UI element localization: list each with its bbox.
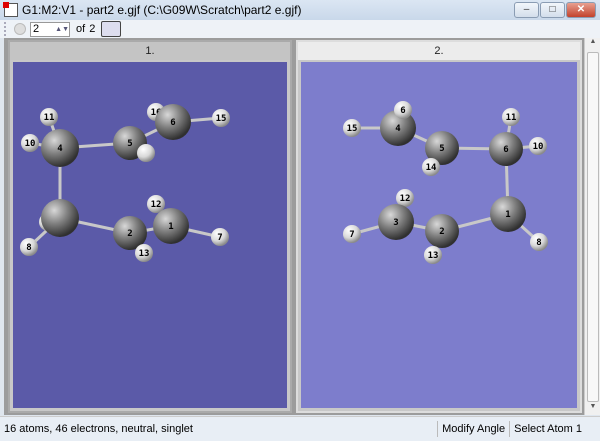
atom-label: 15	[347, 124, 358, 134]
atom-label: 2	[127, 229, 132, 239]
close-button[interactable]: ✕	[566, 2, 596, 18]
toolbar-grip[interactable]	[4, 22, 8, 36]
atom-label: 10	[25, 139, 36, 149]
atom-label: 2	[439, 227, 444, 237]
frame-value: 2	[33, 23, 40, 35]
view-mode-button[interactable]	[101, 21, 122, 37]
hydrogen-atom[interactable]	[137, 144, 155, 162]
panel-1[interactable]: 1. 11104516615982121137	[8, 40, 292, 413]
status-hint: Select Atom 1	[509, 421, 586, 437]
atom-label: 5	[439, 144, 444, 154]
animate-button[interactable]	[14, 23, 26, 35]
viewer-area: 1. 11104516615982121137 2. 1546514611101…	[4, 38, 584, 415]
toolbar: 2 ▲▼ of 2	[0, 20, 600, 38]
frame-spinner[interactable]: 2 ▲▼	[30, 21, 70, 37]
minimize-button[interactable]: –	[514, 2, 539, 18]
status-bar: 16 atoms, 46 electrons, neutral, singlet…	[0, 416, 600, 441]
atom-label: 6	[400, 106, 405, 116]
atom-label: 5	[127, 139, 132, 149]
atom-label: 8	[536, 238, 541, 248]
atom-label: 15	[216, 114, 227, 124]
atom-label: 12	[400, 194, 411, 204]
panel-2-label: 2.	[298, 42, 580, 60]
atom-label: 12	[151, 200, 162, 210]
atom-label: 1	[168, 222, 173, 232]
scroll-up-icon[interactable]: ▲	[585, 38, 600, 50]
atom-label: 7	[217, 233, 222, 243]
molecule-view-2[interactable]: 15 4 6 5 14 6 11 10 12 3 7 2 13 1 8	[301, 62, 577, 408]
panel-1-label: 1.	[10, 42, 290, 60]
atom-label: 10	[533, 142, 544, 152]
atom-label: 13	[139, 249, 150, 259]
atom-label: 7	[349, 230, 354, 240]
molecule-canvas[interactable]: 15 4 6 514 6 11 10 12 3 7 2 13 1 8	[301, 62, 577, 408]
panel-2[interactable]: 2. 15 4 6 5 14 6 11 10 12 3 7 2 13 1 8	[296, 40, 582, 413]
atom-label: 11	[506, 113, 517, 123]
carbon-atom[interactable]	[41, 199, 79, 237]
atom-label: 6	[503, 145, 508, 155]
status-mode: Modify Angle	[437, 421, 509, 437]
spinner-arrows-icon[interactable]: ▲▼	[55, 26, 69, 33]
maximize-button[interactable]: □	[540, 2, 565, 18]
app-icon	[3, 2, 18, 17]
atom-label: 8	[26, 243, 31, 253]
title-bar: G1:M2:V1 - part2 e.gjf (C:\G09W\Scratch\…	[0, 0, 600, 20]
window-title: G1:M2:V1 - part2 e.gjf (C:\G09W\Scratch\…	[22, 3, 302, 17]
scroll-thumb[interactable]	[587, 52, 599, 402]
atom-label: 6	[170, 118, 175, 128]
frame-total: 2	[89, 23, 96, 35]
atom-label: 4	[57, 144, 63, 154]
scroll-down-icon[interactable]: ▼	[585, 403, 600, 415]
molecule-canvas[interactable]: 11104516615982121137	[13, 62, 287, 408]
atom-label: 4	[395, 124, 401, 134]
atom-label: 3	[393, 218, 398, 228]
atom-label: 14	[426, 163, 437, 173]
atom-label: 11	[44, 113, 55, 123]
status-info: 16 atoms, 46 electrons, neutral, singlet	[4, 423, 193, 435]
atom-label: 1	[505, 210, 510, 220]
vertical-scrollbar[interactable]: ▲ ▼	[584, 38, 600, 415]
atom-label: 13	[428, 251, 439, 261]
molecule-view-1[interactable]: 11104516615982121137	[13, 62, 287, 408]
of-label: of	[76, 23, 86, 35]
